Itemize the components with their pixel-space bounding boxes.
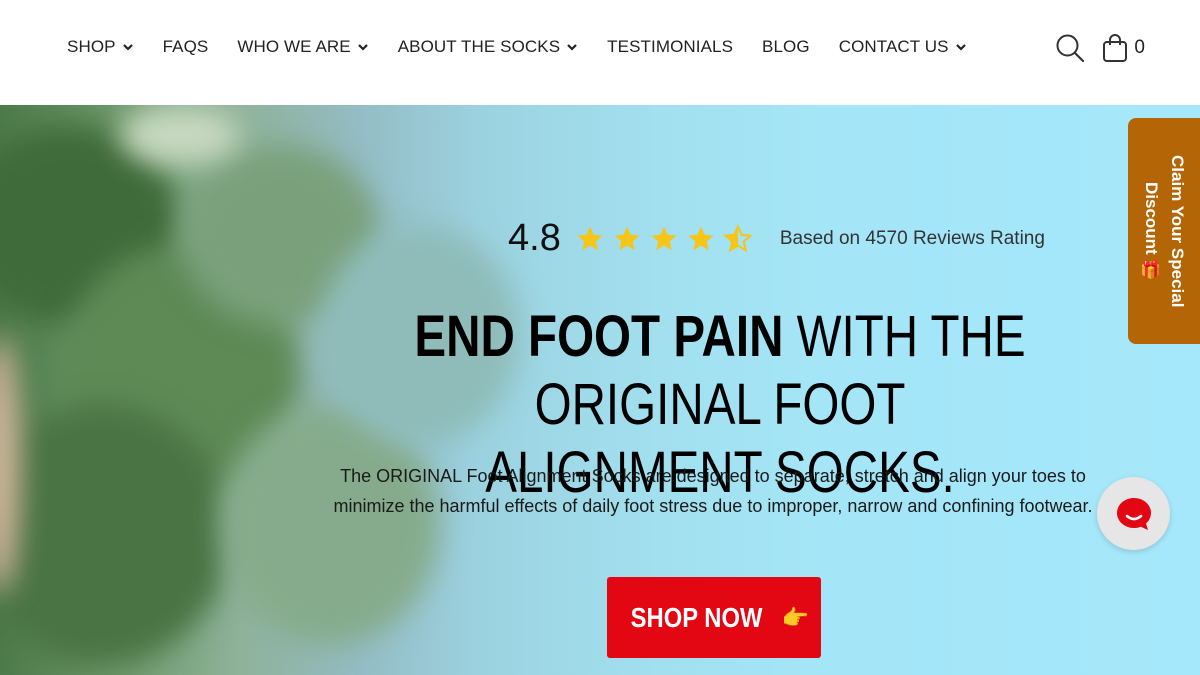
header-actions: 0 bbox=[1054, 32, 1145, 64]
shopping-bag-icon bbox=[1103, 34, 1128, 62]
hero-banner: 4.8 Based on 4570 Reviews Rating END FOO… bbox=[0, 105, 1200, 675]
chevron-down-icon bbox=[122, 44, 133, 51]
nav-item-label: TESTIMONIALS bbox=[607, 37, 734, 56]
star-icon bbox=[614, 226, 640, 250]
rating-text: Based on 4570 Reviews Rating bbox=[779, 227, 1045, 249]
nav-item-label: SHOP bbox=[67, 37, 116, 56]
nav-item-label: WHO WE ARE bbox=[237, 37, 351, 56]
chat-widget-button[interactable] bbox=[1097, 477, 1170, 550]
star-icon bbox=[651, 226, 677, 250]
chevron-down-icon bbox=[955, 44, 966, 51]
nav-item-who-we-are[interactable]: WHO WE ARE bbox=[237, 37, 368, 57]
nav-item-shop[interactable]: SHOP bbox=[67, 37, 134, 57]
star-rating bbox=[575, 223, 760, 254]
nav-item-testimonials[interactable]: TESTIMONIALS bbox=[607, 37, 733, 57]
chevron-down-icon bbox=[357, 44, 368, 51]
gift-icon: 🎁 bbox=[1142, 259, 1161, 281]
cart-button[interactable] bbox=[1100, 32, 1130, 64]
search-button[interactable] bbox=[1054, 32, 1086, 64]
pointing-hand-icon: 👉 bbox=[781, 604, 810, 630]
site-header: SHOP FAQS WHO WE ARE ABOUT THE SOCKS TES… bbox=[0, 0, 1200, 105]
shop-now-button[interactable]: SHOP NOW 👉 bbox=[607, 577, 821, 658]
half-star-icon bbox=[722, 223, 753, 252]
nav-item-about-the-socks[interactable]: ABOUT THE SOCKS bbox=[398, 37, 578, 57]
headline-bold: END FOOT PAIN bbox=[414, 304, 784, 369]
claim-discount-tab[interactable]: Claim Your Special Discount 🎁 bbox=[1128, 118, 1200, 344]
rating-score: 4.8 bbox=[508, 217, 561, 259]
nav-item-label: BLOG bbox=[762, 37, 810, 56]
rating-summary: 4.8 Based on 4570 Reviews Rating bbox=[508, 217, 1045, 260]
nav-item-label: FAQS bbox=[162, 37, 209, 56]
nav-item-label: CONTACT US bbox=[838, 37, 949, 56]
main-nav: SHOP FAQS WHO WE ARE ABOUT THE SOCKS TES… bbox=[67, 37, 996, 57]
nav-item-faqs[interactable]: FAQS bbox=[163, 37, 209, 57]
search-icon bbox=[1056, 34, 1085, 63]
cart-count: 0 bbox=[1134, 37, 1145, 58]
chevron-down-icon bbox=[567, 44, 577, 51]
shop-now-label: SHOP NOW bbox=[630, 601, 763, 633]
chat-bubble-icon bbox=[1116, 497, 1151, 530]
discount-tab-label: Claim Your Special Discount 🎁 bbox=[1142, 154, 1187, 308]
nav-item-contact-us[interactable]: CONTACT US bbox=[839, 37, 967, 57]
star-icon bbox=[688, 226, 714, 250]
hero-description: The ORIGINAL Foot Alignment Socks are de… bbox=[333, 466, 1093, 516]
nav-item-blog[interactable]: BLOG bbox=[762, 37, 810, 57]
nav-item-label: ABOUT THE SOCKS bbox=[397, 37, 561, 56]
headline-line1-rest: WITH THE bbox=[783, 304, 1026, 369]
star-icon bbox=[577, 226, 603, 250]
